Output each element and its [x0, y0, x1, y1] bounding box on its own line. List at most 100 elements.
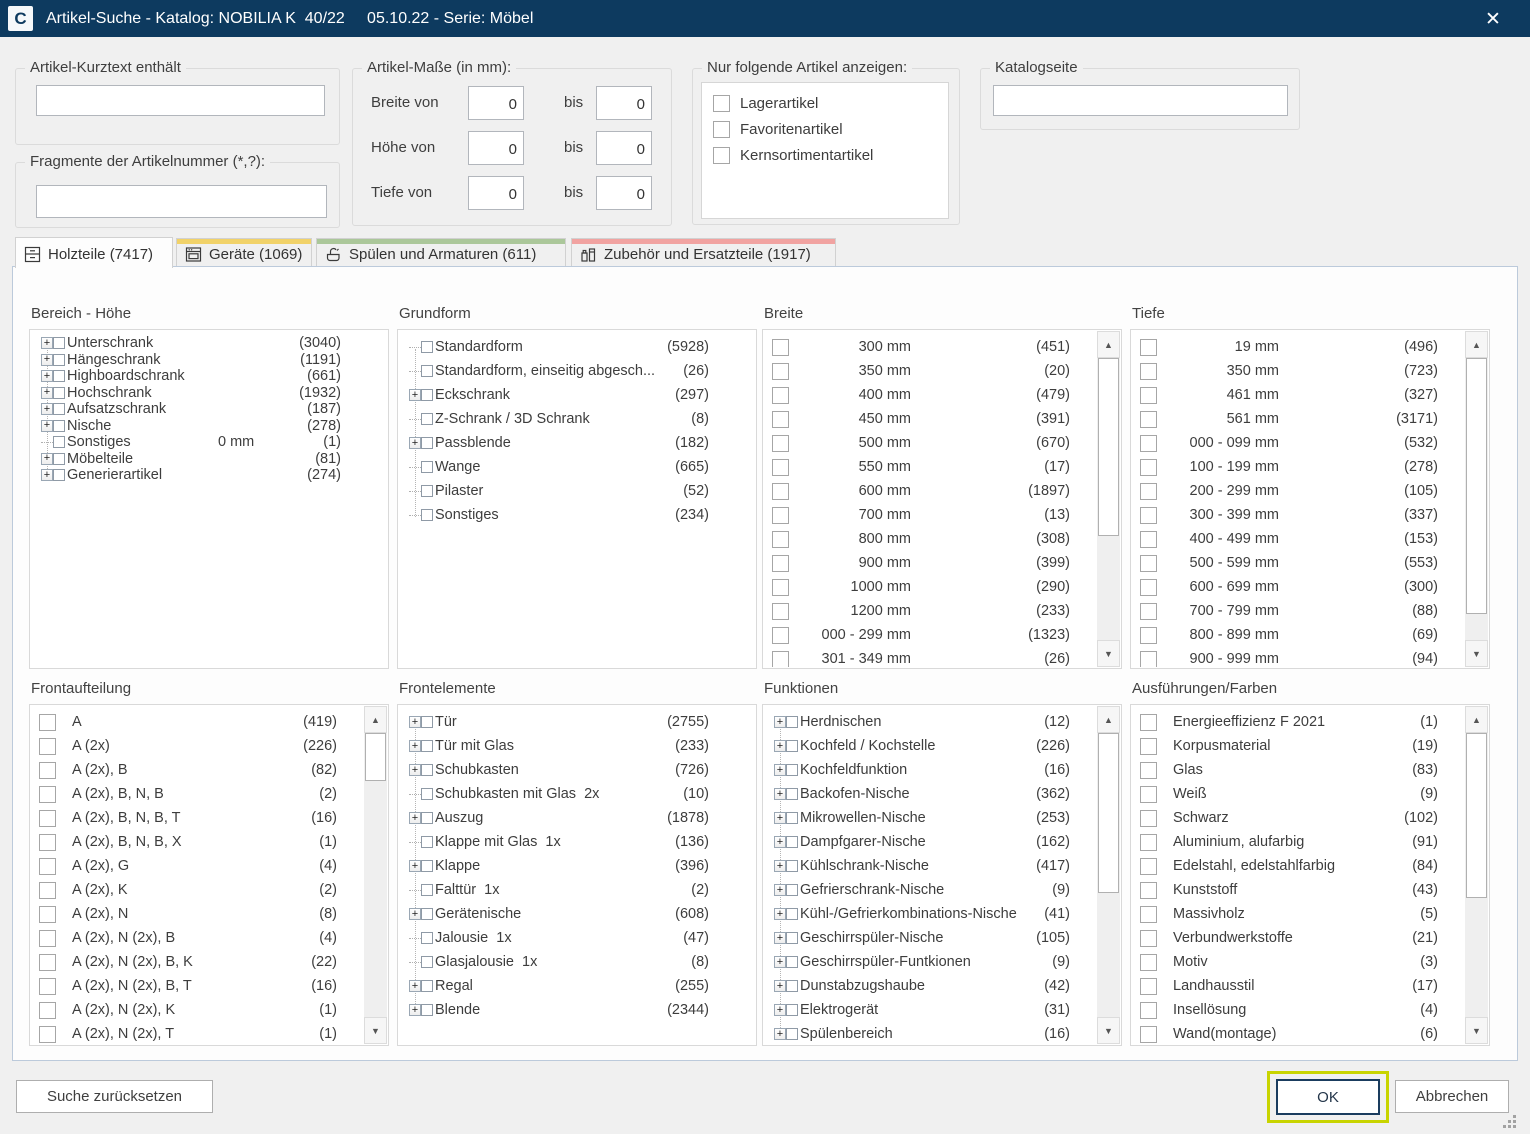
expand-icon[interactable]: + — [774, 1004, 786, 1016]
checkbox[interactable] — [39, 858, 56, 875]
checkbox[interactable] — [786, 908, 798, 920]
list-item[interactable]: Wange(665) — [399, 455, 755, 479]
favoritenartikel-checkbox[interactable] — [713, 121, 730, 138]
expand-icon[interactable]: + — [41, 387, 53, 399]
checkbox[interactable] — [772, 435, 789, 452]
scroll-down-button[interactable]: ▼ — [1097, 640, 1120, 667]
expand-icon[interactable]: + — [409, 908, 421, 920]
expand-icon[interactable]: + — [41, 354, 53, 366]
list-item[interactable]: 600 - 699 mm(300) — [1132, 575, 1488, 599]
checkbox[interactable] — [1140, 810, 1157, 827]
list-item[interactable]: 500 mm(670) — [764, 431, 1120, 455]
expand-icon[interactable]: + — [41, 370, 53, 382]
list-item[interactable]: Sonstiges(234) — [399, 503, 755, 527]
list-item[interactable]: Insellösung(4) — [1132, 998, 1488, 1022]
checkbox[interactable] — [1140, 762, 1157, 779]
checkbox[interactable] — [53, 469, 65, 481]
list-item[interactable]: A (2x), G(4) — [31, 854, 387, 878]
expand-icon[interactable]: + — [774, 908, 786, 920]
checkbox[interactable] — [772, 339, 789, 356]
list-item[interactable]: Verbundwerkstoffe(21) — [1132, 926, 1488, 950]
scroll-up-button[interactable]: ▲ — [364, 706, 387, 733]
checkbox[interactable] — [772, 531, 789, 548]
list-item[interactable]: Standardform, einseitig abgesch...(26) — [399, 359, 755, 383]
checkbox[interactable] — [1140, 579, 1157, 596]
scrollbar[interactable]: ▲▼ — [1465, 331, 1488, 667]
checkbox[interactable] — [1140, 507, 1157, 524]
checkbox[interactable] — [421, 461, 433, 473]
checkbox[interactable] — [39, 786, 56, 803]
list-item[interactable]: +Kühlschrank-Nische(417) — [764, 854, 1120, 878]
list-item[interactable]: Energieeffizienz F 2021(1) — [1132, 710, 1488, 734]
list-item[interactable]: +Hochschrank(1932) — [31, 385, 387, 402]
list-item[interactable]: +Hängeschrank(1191) — [31, 352, 387, 369]
cancel-button[interactable]: Abbrechen — [1395, 1080, 1509, 1113]
checkbox[interactable] — [786, 884, 798, 896]
scroll-thumb[interactable] — [365, 733, 386, 781]
list-item[interactable]: +Nische(278) — [31, 418, 387, 435]
checkbox[interactable] — [772, 603, 789, 620]
list-item[interactable]: Glas(83) — [1132, 758, 1488, 782]
checkbox[interactable] — [39, 1002, 56, 1019]
checkbox[interactable] — [786, 764, 798, 776]
checkbox[interactable] — [39, 714, 56, 731]
checkbox[interactable] — [1140, 363, 1157, 380]
checkbox[interactable] — [772, 459, 789, 476]
expand-icon[interactable]: + — [41, 420, 53, 432]
list-item[interactable]: 550 mm(17) — [764, 455, 1120, 479]
checkbox[interactable] — [421, 485, 433, 497]
expand-icon[interactable]: + — [774, 716, 786, 728]
checkbox[interactable] — [421, 365, 433, 377]
checkbox[interactable] — [53, 453, 65, 465]
expand-icon[interactable]: + — [774, 788, 786, 800]
checkbox[interactable] — [786, 812, 798, 824]
expand-icon[interactable]: + — [409, 389, 421, 401]
scroll-down-button[interactable]: ▼ — [1097, 1017, 1120, 1044]
list-item[interactable]: +Dampfgarer-Nische(162) — [764, 830, 1120, 854]
checkbox[interactable] — [39, 1026, 56, 1043]
expand-icon[interactable]: + — [41, 403, 53, 415]
checkbox[interactable] — [772, 507, 789, 524]
checkbox-row-kernsortimentartikel[interactable]: Kernsortimentartikel — [702, 142, 948, 168]
list-item[interactable]: Massivholz(5) — [1132, 902, 1488, 926]
list-item[interactable]: +Blende(2344) — [399, 998, 755, 1022]
checkbox[interactable] — [421, 716, 433, 728]
expand-icon[interactable]: + — [774, 884, 786, 896]
checkbox[interactable] — [1140, 1002, 1157, 1019]
checkbox[interactable] — [1140, 906, 1157, 923]
list-item[interactable]: Falttür 1x(2) — [399, 878, 755, 902]
checkbox[interactable] — [1140, 858, 1157, 875]
list-item[interactable]: 700 mm(13) — [764, 503, 1120, 527]
close-icon[interactable]: ✕ — [1480, 6, 1506, 32]
expand-icon[interactable]: + — [409, 980, 421, 992]
checkbox-row-favoritenartikel[interactable]: Favoritenartikel — [702, 116, 948, 142]
list-item[interactable]: +Eckschrank(297) — [399, 383, 755, 407]
checkbox[interactable] — [1140, 627, 1157, 644]
expand-icon[interactable]: + — [774, 1028, 786, 1040]
list-item[interactable]: Aluminium, alufarbig(91) — [1132, 830, 1488, 854]
list-item[interactable]: +Aufsatzschrank(187) — [31, 401, 387, 418]
list-item[interactable]: 100 - 199 mm(278) — [1132, 455, 1488, 479]
scrollbar[interactable]: ▲▼ — [1097, 706, 1120, 1044]
expand-icon[interactable]: + — [409, 764, 421, 776]
list-item[interactable]: 561 mm(3171) — [1132, 407, 1488, 431]
checkbox[interactable] — [53, 370, 65, 382]
checkbox[interactable] — [772, 483, 789, 500]
list-item[interactable]: +Gefrierschrank-Nische(9) — [764, 878, 1120, 902]
tab-spuelen[interactable]: Spülen und Armaturen (611) — [316, 238, 566, 266]
checkbox[interactable] — [39, 906, 56, 923]
checkbox[interactable] — [421, 836, 433, 848]
scrollbar[interactable]: ▲▼ — [1097, 331, 1120, 667]
checkbox[interactable] — [786, 1004, 798, 1016]
list-item[interactable]: +Passblende(182) — [399, 431, 755, 455]
expand-icon[interactable]: + — [41, 469, 53, 481]
checkbox[interactable] — [421, 509, 433, 521]
list-item[interactable]: +Dunstabzugshaube(42) — [764, 974, 1120, 998]
scroll-down-button[interactable]: ▼ — [1465, 1017, 1488, 1044]
checkbox[interactable] — [421, 1004, 433, 1016]
checkbox[interactable] — [39, 930, 56, 947]
list-item[interactable]: Jalousie 1x(47) — [399, 926, 755, 950]
list-item[interactable]: A (2x), B, N, B, X(1) — [31, 830, 387, 854]
list-item[interactable]: +Kühl-/Gefrierkombinations-Nische(41) — [764, 902, 1120, 926]
checkbox[interactable] — [421, 908, 433, 920]
